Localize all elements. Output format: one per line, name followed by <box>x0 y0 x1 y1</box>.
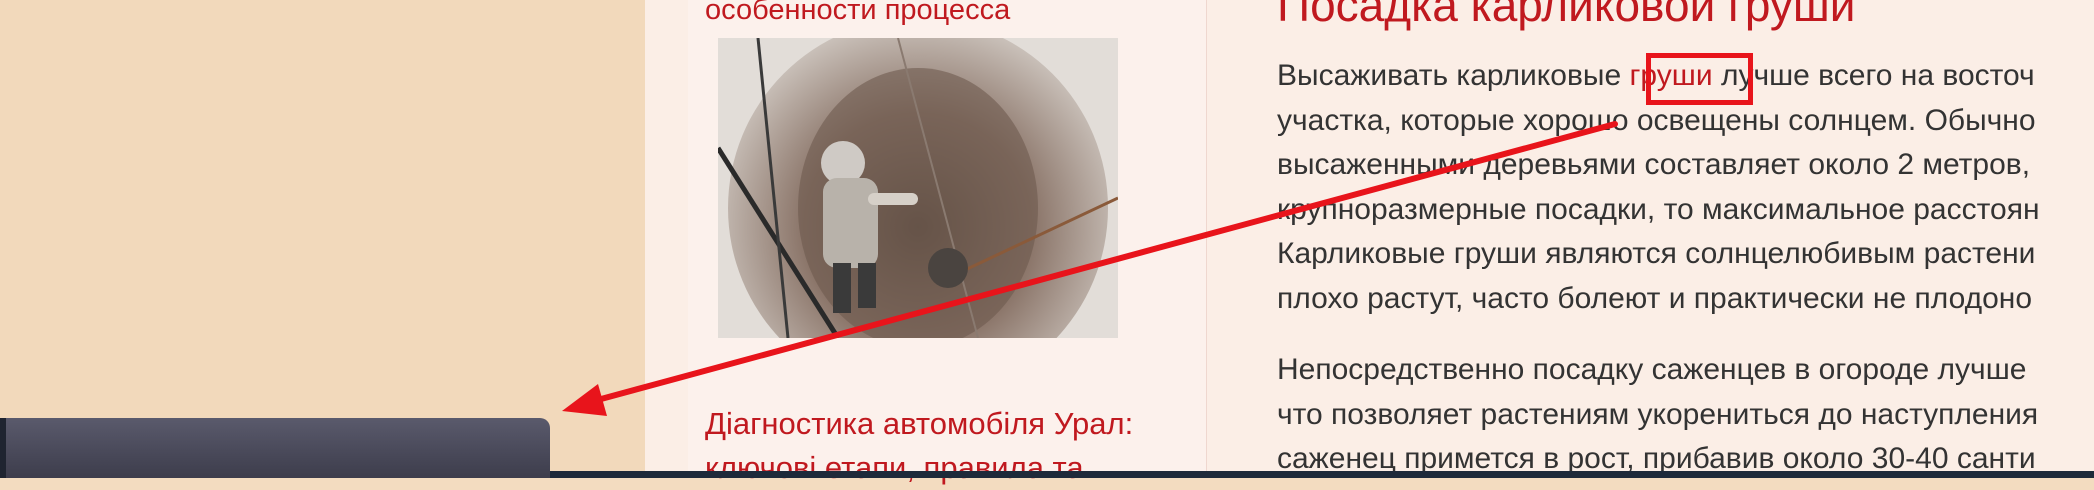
page-left-background <box>0 0 645 478</box>
paragraph-line: Карликовые груши являются солнцелюбивым … <box>1277 237 2036 270</box>
paragraph-line: плохо растут, часто болеют и практически… <box>1277 281 2033 315</box>
article-title: Посадка карликовой груши <box>1277 0 1856 31</box>
paragraph-line: участка, которые хорошо освещены солнцем… <box>1277 103 2036 137</box>
text-segment: лучше всего на восточ <box>1712 59 2035 92</box>
paragraph-line: что позволяет растениям укорениться до н… <box>1277 397 2039 431</box>
taskbar <box>550 471 2094 478</box>
taskbar-edge <box>0 418 6 478</box>
sidebar-article-title[interactable]: особенности процесса <box>705 0 1010 27</box>
text-segment: Высаживать карликовые <box>1277 59 1630 92</box>
article-paragraph-2: Непосредственно посадку саженцев в огоро… <box>1277 348 2094 482</box>
sidebar-article-image[interactable] <box>718 38 1118 338</box>
paragraph-line: крупноразмерные посадки, то максимальное… <box>1277 192 2040 226</box>
paragraph-line: высаженными деревьями составляет около 2… <box>1277 148 2031 181</box>
taskbar-window-button[interactable] <box>0 418 550 478</box>
paragraph-line: Непосредственно посадку саженцев в огоро… <box>1277 353 2027 386</box>
highlight-box <box>1646 53 1753 105</box>
